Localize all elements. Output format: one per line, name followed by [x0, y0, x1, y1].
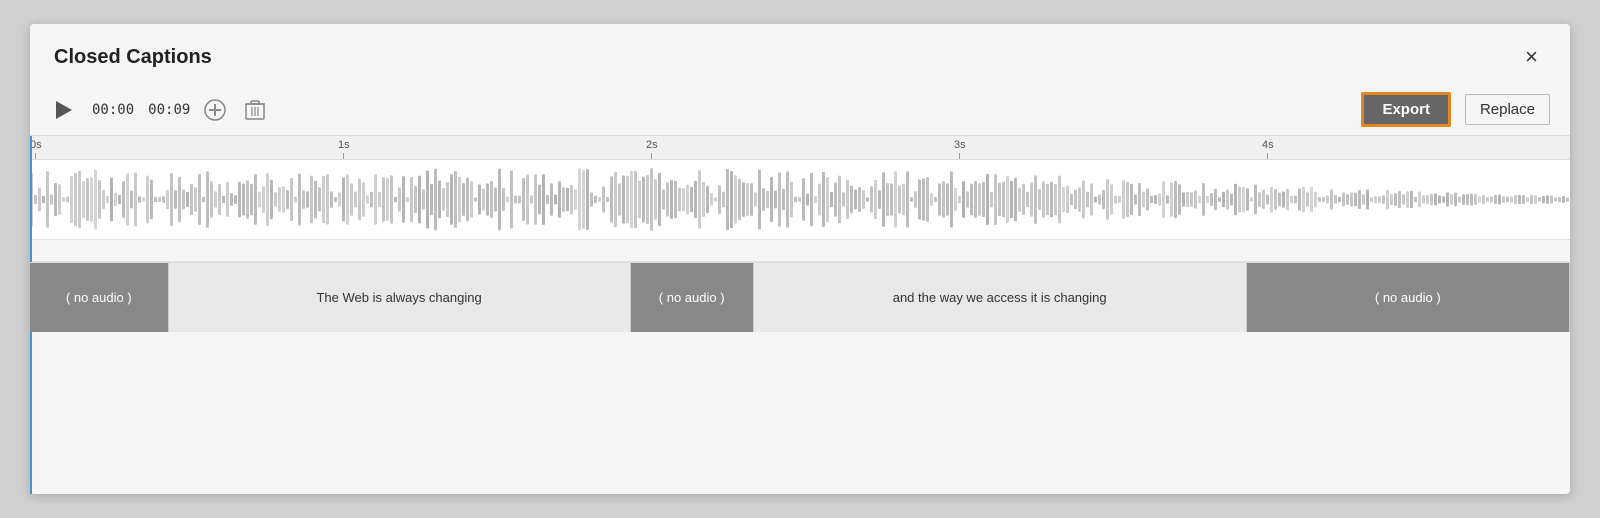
ruler-tick-label: 4s [1262, 139, 1274, 151]
ruler-tick: 2s [646, 139, 658, 159]
ruler-tick: 3s [954, 139, 966, 159]
toolbar: 00:00 00:09 Export Replace [30, 84, 1570, 136]
ruler-tick-line [651, 153, 652, 159]
ruler-tick-line [35, 153, 36, 159]
caption-no-audio[interactable]: ( no audio ) [30, 263, 169, 332]
playhead [30, 160, 32, 239]
ruler-tick-line [959, 153, 960, 159]
dialog-header: Closed Captions × [30, 24, 1570, 84]
ruler-tick: 1s [338, 139, 350, 159]
play-icon [56, 101, 72, 119]
track-spacer [30, 240, 1570, 262]
replace-button[interactable]: Replace [1465, 94, 1550, 125]
close-button[interactable]: × [1517, 42, 1546, 72]
ruler-tick-label: 1s [338, 139, 350, 151]
closed-captions-dialog: Closed Captions × 00:00 00:09 [30, 24, 1570, 494]
bottom-playhead [30, 332, 32, 350]
waveform-row [30, 160, 1570, 240]
ruler-tick-label: 3s [954, 139, 966, 151]
waveform-svg [30, 160, 1570, 239]
ruler-tick: 4s [1262, 139, 1274, 159]
captions-track: ( no audio )The Web is always changing( … [30, 262, 1570, 332]
ruler-tick-line [343, 153, 344, 159]
caption-no-audio[interactable]: ( no audio ) [1247, 263, 1570, 332]
play-button[interactable] [50, 96, 78, 124]
ruler-tick-line [1267, 153, 1268, 159]
timecode-current: 00:00 [92, 102, 134, 118]
caption-text[interactable]: The Web is always changing [169, 263, 631, 332]
delete-button[interactable] [240, 95, 270, 125]
caption-text[interactable]: and the way we access it is changing [754, 263, 1247, 332]
dialog-title: Closed Captions [54, 46, 212, 69]
ruler: 0s1s2s3s4s5s [30, 136, 1570, 160]
timeline-area: 0s1s2s3s4s5s ( no audio )The Web is alwa… [30, 136, 1570, 494]
bottom-bar [30, 332, 1570, 350]
caption-no-audio[interactable]: ( no audio ) [631, 263, 754, 332]
trash-icon [245, 99, 265, 121]
add-icon [204, 99, 226, 121]
timecode-total: 00:09 [148, 102, 190, 118]
add-button[interactable] [200, 95, 230, 125]
export-button[interactable]: Export [1361, 92, 1451, 127]
ruler-tick-label: 2s [646, 139, 658, 151]
